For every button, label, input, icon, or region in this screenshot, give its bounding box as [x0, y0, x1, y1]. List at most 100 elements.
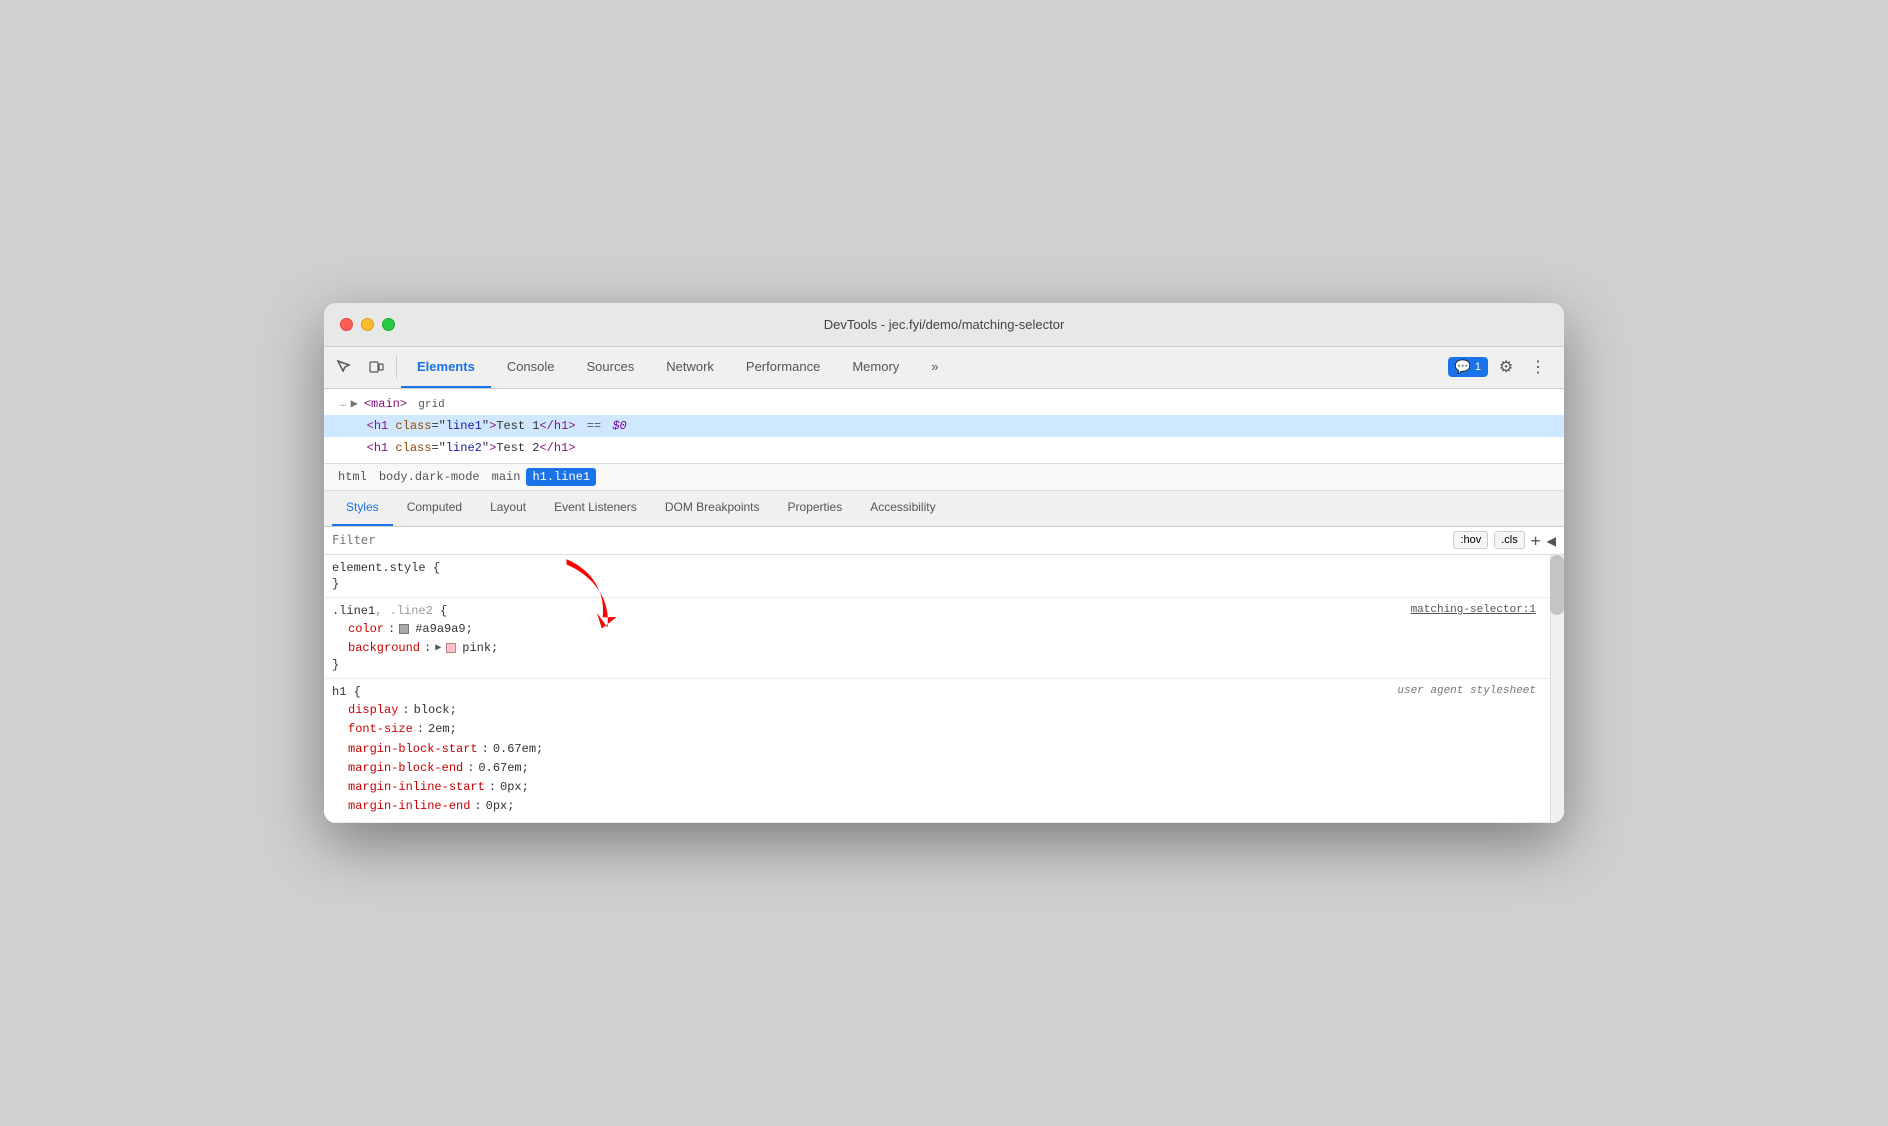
prop-value-display: block; — [414, 701, 457, 720]
console-badge[interactable]: 💬 1 — [1448, 357, 1488, 377]
prop-name-color: color — [348, 620, 384, 639]
toolbar-separator — [396, 355, 397, 379]
dom-row[interactable]: … ▶ <main> grid — [324, 393, 1564, 415]
prop-value-mbs: 0.67em; — [493, 740, 543, 759]
panel-tab-event-listeners[interactable]: Event Listeners — [540, 491, 651, 526]
devtools-window: DevTools - jec.fyi/demo/matching-selecto… — [324, 303, 1564, 824]
dom-tag-3: <h1 class="line2">Test 2</h1> — [367, 441, 576, 455]
dom-tag: <main> grid — [364, 397, 445, 411]
dom-inspector: … ▶ <main> grid … <h1 class="line1">Test… — [324, 389, 1564, 464]
scrollbar-track[interactable] — [1550, 555, 1564, 824]
prop-name-mie: margin-inline-end — [348, 797, 470, 816]
tab-network[interactable]: Network — [650, 347, 730, 388]
color-swatch-bg[interactable] — [446, 639, 458, 658]
close-button[interactable] — [340, 318, 353, 331]
panel-tab-dom-breakpoints[interactable]: DOM Breakpoints — [651, 491, 774, 526]
css-prop-margin-block-end: margin-block-end: 0.67em; — [332, 759, 1556, 778]
panel-tabs: Styles Computed Layout Event Listeners D… — [324, 491, 1564, 527]
prop-value-mis: 0px; — [500, 778, 529, 797]
tab-memory[interactable]: Memory — [836, 347, 915, 388]
tab-performance[interactable]: Performance — [730, 347, 836, 388]
panel-tab-layout[interactable]: Layout — [476, 491, 540, 526]
dom-row-selected[interactable]: … <h1 class="line1">Test 1</h1> == $0 — [324, 415, 1564, 437]
css-prop-background: background: ▶ pink; — [332, 639, 1556, 658]
styles-panel: element.style { } .line1, .line2 { match… — [324, 555, 1564, 824]
hov-button[interactable]: :hov — [1453, 531, 1488, 549]
prop-value-bg: pink; — [462, 639, 498, 658]
filter-actions: :hov .cls + ◀ — [1453, 531, 1556, 550]
selector-open: { — [433, 604, 447, 618]
prop-value-font-size: 2em; — [428, 720, 457, 739]
closing-brace-line: } — [332, 658, 1556, 672]
colon-2: : — [424, 639, 431, 658]
scrollbar-thumb[interactable] — [1550, 555, 1564, 615]
css-prop-color: color: #a9a9a9; — [332, 620, 1556, 639]
minimize-button[interactable] — [361, 318, 374, 331]
prop-name-mbs: margin-block-start — [348, 740, 478, 759]
dom-ellipsis: … — [340, 398, 347, 410]
prop-value-mbe: 0.67em; — [478, 759, 528, 778]
breadcrumb-body[interactable]: body.dark-mode — [373, 468, 486, 486]
styles-selector-h1: h1 { — [332, 685, 1556, 699]
css-prop-display: display: block; — [332, 701, 1556, 720]
dom-tag-2: <h1 class="line1">Test 1</h1> == $0 — [367, 419, 627, 433]
css-prop-margin-block-start: margin-block-start: 0.67em; — [332, 740, 1556, 759]
css-prop-margin-inline-end: margin-inline-end: 0px; — [332, 797, 1556, 816]
device-mode-icon[interactable] — [360, 351, 392, 383]
prop-name-background: background — [348, 639, 420, 658]
styles-source-ua: user agent stylesheet — [1397, 685, 1536, 697]
tab-overflow[interactable]: » — [915, 347, 954, 388]
expand-icon-bg[interactable]: ▶ — [435, 641, 441, 657]
color-swatch-color[interactable] — [399, 620, 411, 639]
swatch — [399, 624, 409, 634]
toolbar-right: 💬 1 ⚙ ⋮ — [1448, 353, 1560, 381]
breadcrumb-html[interactable]: html — [332, 468, 373, 486]
prop-value-mie: 0px; — [486, 797, 515, 816]
cls-button[interactable]: .cls — [1494, 531, 1525, 549]
more-options-icon[interactable]: ⋮ — [1524, 353, 1552, 381]
breadcrumb: html body.dark-mode main h1.line1 — [324, 464, 1564, 491]
add-style-icon[interactable]: + — [1531, 531, 1541, 550]
style-section-element: element.style { } — [324, 555, 1564, 598]
tab-sources[interactable]: Sources — [571, 347, 651, 388]
selector-sep: , — [375, 604, 389, 618]
settings-icon[interactable]: ⚙ — [1492, 353, 1520, 381]
styles-selector-element: element.style { — [332, 561, 1556, 575]
prop-name-display: display — [348, 701, 398, 720]
prop-value-color: #a9a9a9; — [415, 620, 473, 639]
prop-name-font-size: font-size — [348, 720, 413, 739]
panel-tab-styles[interactable]: Styles — [332, 491, 393, 526]
prop-name-mis: margin-inline-start — [348, 778, 485, 797]
panel-tab-accessibility[interactable]: Accessibility — [856, 491, 949, 526]
breadcrumb-h1[interactable]: h1.line1 — [526, 468, 596, 486]
filter-input[interactable] — [332, 533, 1445, 547]
traffic-lights — [340, 318, 395, 331]
css-prop-margin-inline-start: margin-inline-start: 0px; — [332, 778, 1556, 797]
breadcrumb-main[interactable]: main — [486, 468, 527, 486]
toolbar-tabs: Elements Console Sources Network Perform… — [401, 347, 1448, 388]
toggle-sidebar-icon[interactable]: ◀ — [1546, 531, 1556, 550]
maximize-button[interactable] — [382, 318, 395, 331]
selector-line2: .line2 — [390, 604, 433, 618]
selector-h1: h1 { — [332, 685, 361, 699]
styles-source-link[interactable]: matching-selector:1 — [1411, 604, 1536, 616]
style-section-h1: h1 { user agent stylesheet display: bloc… — [324, 679, 1564, 823]
tab-console[interactable]: Console — [491, 347, 571, 388]
css-prop-font-size: font-size: 2em; — [332, 720, 1556, 739]
expand-icon: ▶ — [351, 396, 358, 411]
prop-name-mbe: margin-block-end — [348, 759, 463, 778]
selector-line1: .line1 — [332, 604, 375, 618]
filter-bar: :hov .cls + ◀ — [324, 527, 1564, 555]
dom-row-3[interactable]: … <h1 class="line2">Test 2</h1> — [324, 437, 1564, 459]
tab-elements[interactable]: Elements — [401, 347, 491, 388]
panel-tab-computed[interactable]: Computed — [393, 491, 476, 526]
devtools-toolbar: Elements Console Sources Network Perform… — [324, 347, 1564, 389]
swatch-pink — [446, 643, 456, 653]
styles-content: element.style { } .line1, .line2 { match… — [324, 555, 1564, 824]
titlebar: DevTools - jec.fyi/demo/matching-selecto… — [324, 303, 1564, 347]
window-title: DevTools - jec.fyi/demo/matching-selecto… — [824, 317, 1065, 332]
colon: : — [388, 620, 395, 639]
panel-tab-properties[interactable]: Properties — [774, 491, 857, 526]
inspect-element-icon[interactable] — [328, 351, 360, 383]
style-section-line: .line1, .line2 { matching-selector:1 col… — [324, 598, 1564, 679]
